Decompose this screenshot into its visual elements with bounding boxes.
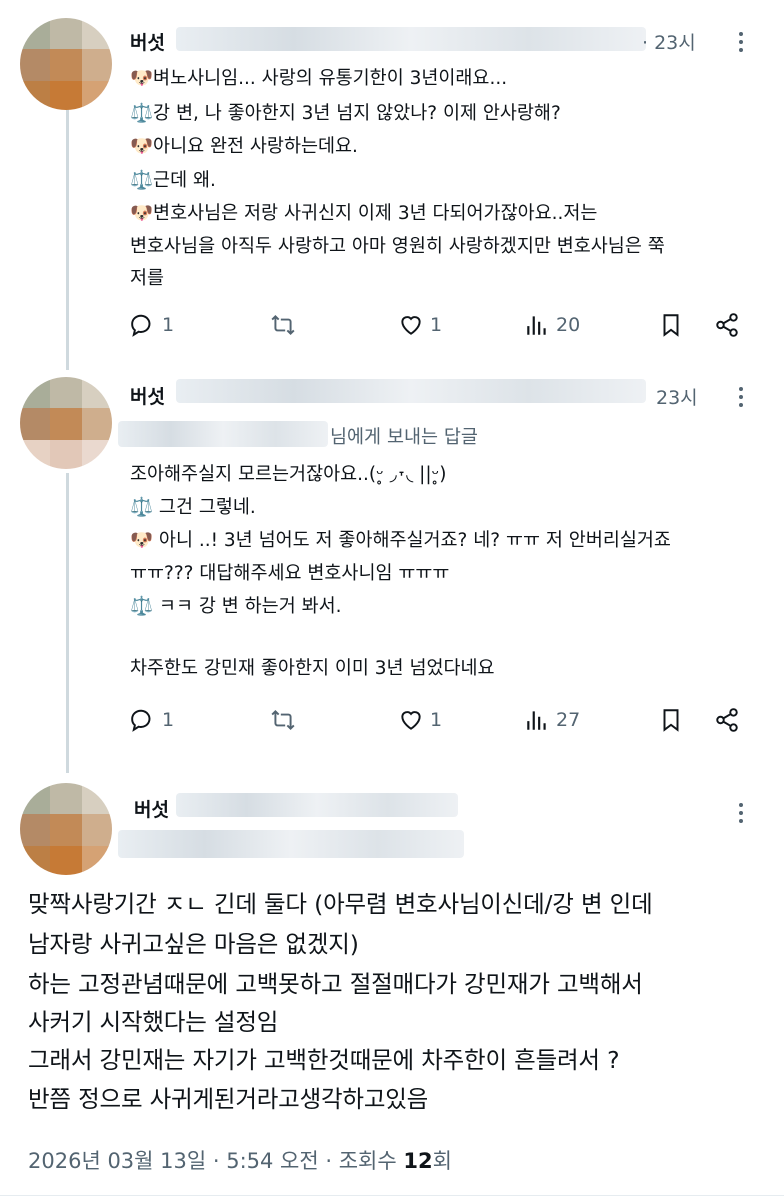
tweet-text-line: ⚖️ 그건 그렇네. <box>130 497 256 518</box>
like-button[interactable]: 1 <box>398 308 442 342</box>
tweet-meta[interactable]: 2026년 03월 13일 · 5:54 오전 · 조회수 12회 <box>28 1145 452 1175</box>
views-count: 20 <box>556 314 581 336</box>
blurred-handle <box>118 830 464 858</box>
retweet-button[interactable] <box>270 703 302 737</box>
avatar[interactable] <box>20 783 112 875</box>
view-suffix: 회 <box>432 1149 452 1173</box>
blurred-handle <box>176 27 646 51</box>
tweet-text-line: ⚖️강 변, 나 좋아한지 3년 넘지 않았나? 이제 안사랑해? <box>130 103 561 124</box>
tweet-text-line: 🐶변호사님은 저랑 사귀신지 이제 3년 다되어가잖아요..저는 <box>130 203 598 224</box>
timestamp[interactable]: 23시 <box>656 383 698 410</box>
timestamp[interactable]: · 23시 <box>642 28 696 55</box>
like-icon <box>401 711 421 730</box>
tweet-text-line: 차주한도 강민재 좋아한지 이미 3년 넘었다네요 <box>130 658 495 679</box>
author-name[interactable]: 버섯 <box>130 382 165 409</box>
tweet-text-line: 사커기 시작했다는 설정임 <box>28 1008 279 1036</box>
tweet-text-line: 🐶벼노사니임... 사랑의 유통기한이 3년이래요... <box>130 68 508 89</box>
tweet-text-line: 저를 <box>130 268 165 289</box>
tweet-text-line: 남자랑 사귀고싶은 마음은 없겠지) <box>28 930 359 958</box>
more-icon[interactable] <box>736 30 746 57</box>
more-icon[interactable] <box>736 801 746 828</box>
share-button[interactable] <box>714 703 746 737</box>
tweet-text-line: 변호사님을 아직두 사랑하고 아마 영원히 사랑하겠지만 변호사님은 쭉 <box>130 236 665 257</box>
retweet-icon <box>271 314 295 336</box>
reply-button[interactable]: 1 <box>130 703 174 737</box>
post-date[interactable]: 2026년 03월 13일 · 5:54 오전 · 조회수 <box>28 1149 403 1173</box>
like-count: 1 <box>430 314 443 336</box>
author-name[interactable]: 버섯 <box>134 795 169 822</box>
tweet-text-line: 조아해주실지 모르는거잖아요..(ᵕ̥ ◞˕◟ ||ᵕ̥) <box>130 464 447 485</box>
tweet-text-line: 하는 고정관념때문에 고백못하고 절절매다가 강민재가 고백해서 <box>28 970 643 998</box>
thread-line <box>66 473 69 773</box>
views-button[interactable]: 20 <box>524 308 580 342</box>
share-icon <box>716 708 738 732</box>
thread-line <box>66 108 69 370</box>
like-count: 1 <box>430 709 443 731</box>
bookmark-button[interactable] <box>658 703 690 737</box>
like-button[interactable]: 1 <box>398 703 442 737</box>
tweet-text-line: 🐶 아니 ..! 3년 넘어도 저 좋아해주실거죠? 네? ㅠㅠ 저 안버리실거… <box>130 530 671 551</box>
reply-count: 1 <box>162 314 175 336</box>
tweet-text-line: 맞짝사랑기간 ㅈㄴ 긴데 둘다 (아무렴 변호사님이신데/강 변 인데 <box>28 890 653 918</box>
tweet-text-line: ㅠㅠ??? 대답해주세요 변호사니임 ㅠㅠㅠ <box>130 563 450 584</box>
author-name[interactable]: 버섯 <box>130 28 165 55</box>
retweet-button[interactable] <box>270 308 302 342</box>
main-tweet: 버섯 맞짝사랑기간 ㅈㄴ 긴데 둘다 (아무렴 변호사님이신데/강 변 인데 남… <box>0 775 784 1200</box>
replying-to-label: 님에게 보내는 답글 <box>330 427 478 448</box>
tweet-text-line: 🐶아니요 완전 사랑하는데요. <box>130 136 358 157</box>
action-bar: 1 1 27 <box>130 703 750 737</box>
divider <box>0 1195 784 1196</box>
views-button[interactable]: 27 <box>524 703 580 737</box>
tweet-text-line: ⚖️근데 왜. <box>130 170 216 191</box>
bookmark-icon <box>663 314 679 337</box>
share-button[interactable] <box>714 308 746 342</box>
bookmark-icon <box>663 709 679 732</box>
share-icon <box>716 313 738 337</box>
view-count: 12 <box>403 1149 433 1173</box>
avatar[interactable] <box>20 377 112 469</box>
tweet-text-line: 반쯤 정으로 사귀게된거라고생각하고있음 <box>28 1085 429 1113</box>
tweet-text-line: 그래서 강민재는 자기가 고백한것때문에 차주한이 흔들려서 ? <box>28 1046 620 1074</box>
reply-icon <box>131 709 151 732</box>
reply-button[interactable]: 1 <box>130 308 174 342</box>
reply-tweet-1[interactable]: 버섯 · 23시 🐶벼노사니임... 사랑의 유통기한이 3년이래요... ⚖️… <box>0 0 784 370</box>
views-icon <box>527 316 546 335</box>
like-icon <box>401 316 421 335</box>
blurred-handle <box>176 379 646 403</box>
blurred-handle <box>176 793 458 817</box>
reply-count: 1 <box>162 709 175 731</box>
retweet-icon <box>271 709 295 731</box>
views-count: 27 <box>556 709 581 731</box>
avatar[interactable] <box>20 18 112 110</box>
views-icon <box>527 711 546 730</box>
bookmark-button[interactable] <box>658 308 690 342</box>
reply-icon <box>131 314 151 337</box>
reply-tweet-2[interactable]: 버섯 23시 님에게 보내는 답글 조아해주실지 모르는거잖아요..(ᵕ̥ ◞˕… <box>0 365 784 775</box>
action-bar: 1 1 20 <box>130 308 750 342</box>
blurred-reply-target <box>118 421 328 447</box>
tweet-text-line: ⚖️ ㅋㅋ 강 변 하는거 봐서. <box>130 596 342 617</box>
more-icon[interactable] <box>736 385 746 412</box>
